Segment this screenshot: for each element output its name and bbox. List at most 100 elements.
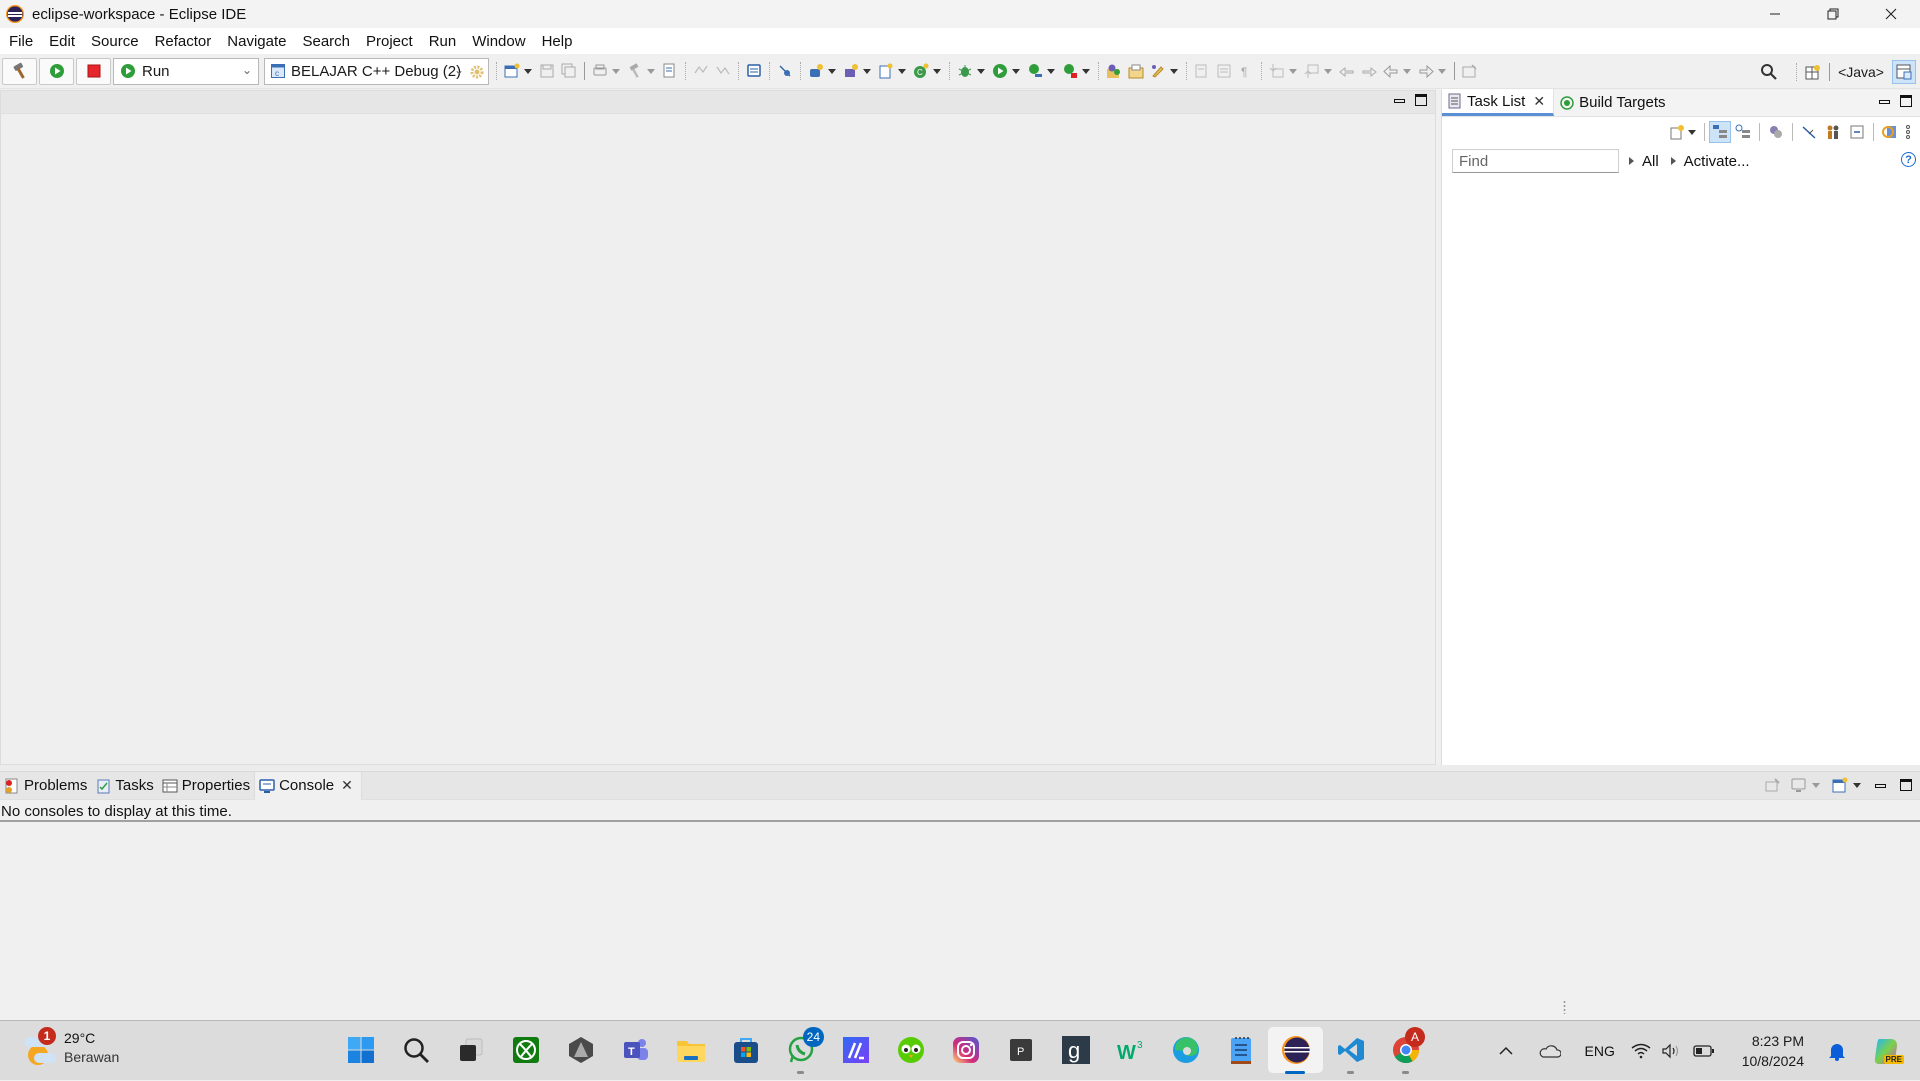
run-icon[interactable]	[992, 63, 1008, 79]
open-console-icon[interactable]	[1832, 777, 1848, 793]
last-edit-forward-icon[interactable]	[1361, 63, 1377, 79]
taskbar-xbox[interactable]	[498, 1027, 553, 1073]
resize-grip[interactable]	[1563, 1000, 1566, 1014]
block-selection-icon[interactable]	[1216, 63, 1232, 79]
dropdown-arrow-icon[interactable]	[1853, 782, 1861, 788]
minimize-view-icon[interactable]	[1394, 99, 1405, 103]
taskbar-g-app[interactable]: g	[1048, 1027, 1103, 1073]
dropdown-arrow-icon[interactable]	[1289, 68, 1297, 74]
minimize-view-icon[interactable]	[1879, 100, 1890, 104]
find-input[interactable]	[1452, 149, 1619, 173]
taskbar-microsoft-store[interactable]	[718, 1027, 773, 1073]
restore-button[interactable]	[1804, 0, 1862, 28]
toggle-console-icon[interactable]	[746, 63, 762, 79]
battery-button[interactable]	[1686, 1045, 1722, 1057]
taskbar-notepad[interactable]	[1213, 1027, 1268, 1073]
new-package-icon[interactable]	[843, 63, 859, 79]
menu-run[interactable]: Run	[429, 33, 466, 50]
dropdown-arrow-icon[interactable]	[1324, 68, 1332, 74]
synchronize-icon[interactable]	[1882, 124, 1898, 140]
minimize-button[interactable]	[1746, 0, 1804, 28]
menu-search[interactable]: Search	[302, 33, 359, 50]
prev-annotation-icon[interactable]	[1304, 63, 1320, 79]
language-indicator[interactable]: ENG	[1574, 1043, 1626, 1059]
back-icon[interactable]	[1383, 63, 1399, 79]
show-whitespace-icon[interactable]: ¶	[1238, 63, 1254, 79]
menu-project[interactable]: Project	[366, 33, 422, 50]
view-menu-icon[interactable]	[1904, 124, 1912, 140]
volume-button[interactable]	[1656, 1043, 1686, 1059]
taskbar-w3schools[interactable]: W3	[1103, 1027, 1158, 1073]
print-icon[interactable]	[592, 63, 608, 79]
launch-config-combo[interactable]: c BELAJAR C++ Debug (2) ⌄	[264, 57, 489, 85]
launch-config-settings-icon[interactable]	[469, 64, 485, 80]
menu-help[interactable]: Help	[542, 33, 582, 50]
external-tools-icon[interactable]	[1062, 63, 1078, 79]
skip-breakpoints-icon[interactable]	[777, 63, 793, 79]
cpp-perspective-button[interactable]	[1892, 59, 1916, 84]
tab-tasks[interactable]: Tasks	[91, 772, 157, 800]
next-annotation-icon[interactable]	[1269, 63, 1285, 79]
taskbar-unity-hub[interactable]	[553, 1027, 608, 1073]
tab-build-targets[interactable]: Build Targets	[1554, 89, 1673, 116]
categorized-toggle[interactable]	[1709, 121, 1731, 143]
notifications-button[interactable]	[1822, 1041, 1852, 1061]
help-icon[interactable]: ?	[1901, 152, 1916, 167]
dropdown-arrow-icon[interactable]	[524, 68, 532, 74]
pin-editor-icon[interactable]	[1462, 63, 1478, 79]
show-hidden-icons-button[interactable]	[1486, 1046, 1526, 1056]
display-console-icon[interactable]	[1791, 777, 1807, 793]
toggle-mark-icon[interactable]	[1194, 63, 1210, 79]
new-source-icon[interactable]: C	[913, 63, 929, 79]
forward-icon[interactable]	[1418, 63, 1434, 79]
coverage-icon[interactable]	[1027, 63, 1043, 79]
build-icon[interactable]	[627, 63, 643, 79]
collapse-all-icon[interactable]	[1849, 124, 1865, 140]
launch-button[interactable]	[39, 57, 74, 85]
dropdown-arrow-icon[interactable]	[863, 68, 871, 74]
dropdown-arrow-icon[interactable]	[933, 68, 941, 74]
weather-widget[interactable]: 1 29°C Berawan	[22, 1027, 119, 1067]
open-task-icon[interactable]	[662, 63, 678, 79]
dropdown-arrow-icon[interactable]	[1438, 68, 1446, 74]
tab-problems[interactable]: Problems	[0, 772, 91, 800]
undo-icon[interactable]	[693, 63, 709, 79]
pin-console-icon[interactable]	[1765, 777, 1781, 793]
dropdown-arrow-icon[interactable]	[1812, 782, 1820, 788]
taskbar-task-view[interactable]	[443, 1027, 498, 1073]
new-wizard-icon[interactable]	[504, 63, 520, 79]
build-button[interactable]	[2, 57, 37, 85]
open-perspective-icon[interactable]	[1805, 64, 1821, 80]
dropdown-arrow-icon[interactable]	[977, 68, 985, 74]
new-file-icon[interactable]	[878, 63, 894, 79]
wifi-button[interactable]	[1626, 1043, 1656, 1059]
taskbar-start[interactable]	[333, 1027, 388, 1073]
maximize-view-icon[interactable]	[1900, 779, 1912, 791]
tab-properties[interactable]: Properties	[158, 772, 254, 800]
taskbar-search[interactable]	[388, 1027, 443, 1073]
taskbar-edge[interactable]	[1158, 1027, 1213, 1073]
dropdown-arrow-icon[interactable]	[612, 68, 620, 74]
taskbar-vscode[interactable]	[1323, 1027, 1378, 1074]
taskbar-file-explorer[interactable]	[663, 1027, 718, 1073]
java-perspective-button[interactable]: <Java>	[1838, 64, 1884, 80]
dropdown-arrow-icon[interactable]	[828, 68, 836, 74]
maximize-view-icon[interactable]	[1900, 95, 1912, 107]
save-all-icon[interactable]	[561, 63, 577, 79]
close-tab-icon[interactable]: ✕	[1533, 93, 1545, 110]
menu-edit[interactable]: Edit	[49, 33, 84, 50]
minimize-view-icon[interactable]	[1875, 784, 1886, 788]
dropdown-arrow-icon[interactable]	[647, 68, 655, 74]
taskbar-math-app[interactable]	[828, 1027, 883, 1073]
clock[interactable]: 8:23 PM 10/8/2024	[1742, 1031, 1804, 1071]
taskbar-duolingo[interactable]	[883, 1027, 938, 1073]
taskbar-eclipse[interactable]	[1268, 1027, 1323, 1074]
debug-icon[interactable]	[957, 63, 973, 79]
activate-link[interactable]: Activate...	[1684, 153, 1750, 170]
tab-task-list[interactable]: Task List ✕	[1442, 89, 1555, 116]
taskbar-p-app[interactable]: P	[993, 1027, 1048, 1073]
copilot-button[interactable]: PRE	[1866, 1036, 1906, 1066]
dropdown-arrow-icon[interactable]	[1403, 68, 1411, 74]
last-edit-icon[interactable]	[1339, 63, 1355, 79]
new-task-icon[interactable]	[1669, 124, 1685, 140]
